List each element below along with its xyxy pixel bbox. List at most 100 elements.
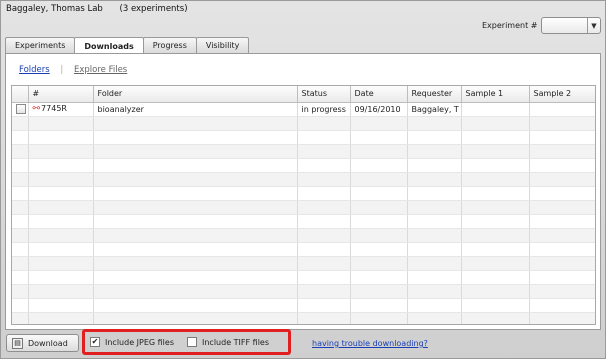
- experiment-select[interactable]: ▼: [541, 17, 601, 34]
- include-tiff-option[interactable]: Include TIFF files: [187, 337, 269, 347]
- column-header-status[interactable]: Status: [297, 86, 351, 103]
- empty-cell: [529, 228, 595, 243]
- empty-cell: [529, 172, 595, 187]
- empty-cell: [350, 228, 408, 243]
- empty-cell: [93, 172, 298, 187]
- download-button[interactable]: ▤ Download: [6, 334, 79, 352]
- empty-cell: [12, 298, 29, 313]
- folders-link[interactable]: Folders: [19, 65, 50, 75]
- empty-cell: [28, 186, 94, 201]
- empty-cell: [12, 144, 29, 159]
- empty-cell: [407, 186, 462, 201]
- empty-cell: [28, 312, 94, 324]
- empty-table-row: [12, 298, 595, 313]
- column-header-date[interactable]: Date: [350, 86, 408, 103]
- tab-visibility[interactable]: Visibility: [195, 37, 250, 53]
- empty-cell: [529, 256, 595, 271]
- empty-table-row: [12, 228, 595, 243]
- empty-cell: [407, 312, 462, 324]
- empty-cell: [350, 158, 408, 173]
- empty-cell: [28, 130, 94, 145]
- empty-table-row: [12, 256, 595, 271]
- empty-cell: [297, 158, 351, 173]
- tab-downloads[interactable]: Downloads: [74, 37, 144, 54]
- empty-table-row: [12, 186, 595, 201]
- empty-table-row: [12, 214, 595, 229]
- column-header-folder[interactable]: Folder: [93, 86, 298, 103]
- empty-cell: [529, 158, 595, 173]
- empty-cell: [297, 312, 351, 324]
- include-jpeg-option[interactable]: ✔ Include JPEG files: [90, 337, 174, 347]
- empty-cell: [529, 214, 595, 229]
- empty-cell: [350, 200, 408, 215]
- empty-cell: [461, 228, 530, 243]
- empty-cell: [28, 158, 94, 173]
- column-header-sample2[interactable]: Sample 2: [529, 86, 595, 103]
- empty-cell: [529, 186, 595, 201]
- empty-table-row: [12, 242, 595, 257]
- empty-table-row: [12, 312, 595, 324]
- empty-cell: [12, 130, 29, 145]
- subnav-separator: |: [60, 65, 64, 75]
- empty-cell: [407, 256, 462, 271]
- empty-cell: [297, 116, 351, 131]
- empty-cell: [297, 228, 351, 243]
- empty-cell: [297, 172, 351, 187]
- empty-cell: [350, 242, 408, 257]
- tab-progress[interactable]: Progress: [142, 37, 197, 53]
- trouble-downloading-link[interactable]: having trouble downloading?: [312, 339, 428, 348]
- empty-cell: [93, 116, 298, 131]
- include-tiff-checkbox[interactable]: [187, 337, 197, 347]
- empty-cell: [529, 242, 595, 257]
- empty-cell: [12, 242, 29, 257]
- tab-bar: Experiments Downloads Progress Visibilit…: [5, 37, 250, 54]
- empty-cell: [407, 284, 462, 299]
- empty-cell: [297, 256, 351, 271]
- row-sample1: [461, 102, 530, 117]
- column-header-requester[interactable]: Requester: [407, 86, 462, 103]
- empty-cell: [461, 270, 530, 285]
- empty-cell: [350, 214, 408, 229]
- empty-cell: [297, 242, 351, 257]
- empty-cell: [407, 172, 462, 187]
- empty-cell: [407, 200, 462, 215]
- empty-cell: [461, 200, 530, 215]
- empty-cell: [12, 186, 29, 201]
- empty-cell: [461, 242, 530, 257]
- row-sample2: [529, 102, 595, 117]
- empty-cell: [93, 144, 298, 159]
- downloads-panel: Folders | Explore Files # Folder Status …: [5, 53, 601, 330]
- column-header-id[interactable]: #: [28, 86, 94, 103]
- empty-cell: [297, 200, 351, 215]
- lab-header: Baggaley, Thomas Lab (3 experiments): [6, 4, 188, 14]
- empty-cell: [28, 172, 94, 187]
- row-date: 09/16/2010: [350, 102, 408, 117]
- empty-cell: [407, 144, 462, 159]
- include-jpeg-checkbox[interactable]: ✔: [90, 337, 100, 347]
- empty-cell: [461, 158, 530, 173]
- row-select-cell[interactable]: [12, 102, 29, 117]
- row-requester: Baggaley, T: [407, 102, 462, 117]
- explore-files-link[interactable]: Explore Files: [74, 65, 127, 75]
- tab-experiments[interactable]: Experiments: [5, 37, 76, 53]
- empty-cell: [12, 200, 29, 215]
- empty-cell: [350, 186, 408, 201]
- empty-cell: [529, 284, 595, 299]
- row-checkbox[interactable]: [16, 104, 26, 114]
- empty-table-row: [12, 284, 595, 299]
- empty-cell: [461, 130, 530, 145]
- empty-cell: [350, 298, 408, 313]
- empty-cell: [350, 130, 408, 145]
- empty-cell: [93, 256, 298, 271]
- table-row[interactable]: ⚯7745R bioanalyzer in progress 09/16/201…: [12, 102, 595, 117]
- include-jpeg-label: Include JPEG files: [105, 337, 174, 347]
- column-header-sample1[interactable]: Sample 1: [461, 86, 530, 103]
- empty-cell: [28, 242, 94, 257]
- empty-cell: [93, 214, 298, 229]
- chevron-down-icon[interactable]: ▼: [587, 18, 600, 33]
- empty-cell: [461, 186, 530, 201]
- empty-cell: [529, 312, 595, 324]
- dna-icon: ⚯: [32, 104, 41, 114]
- empty-table-row: [12, 158, 595, 173]
- empty-cell: [93, 312, 298, 324]
